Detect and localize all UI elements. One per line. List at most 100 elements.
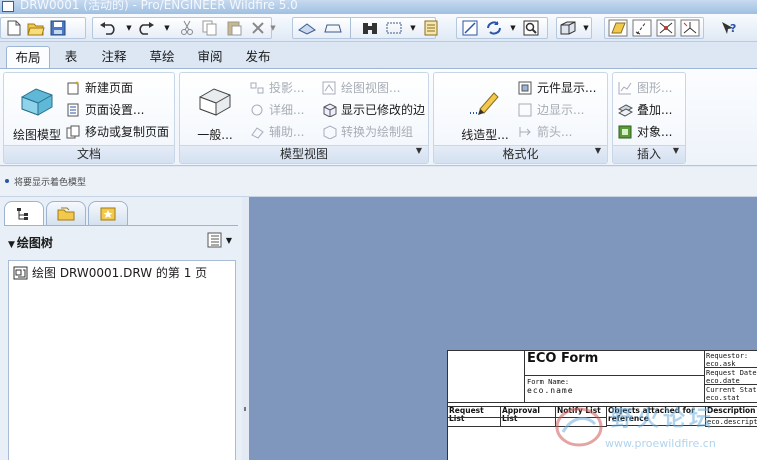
general-view-button[interactable]: 一般... bbox=[184, 85, 246, 143]
splitter-grip[interactable] bbox=[244, 407, 246, 411]
tree-item-drawing-sheet[interactable]: 绘图 DRW0001.DRW 的第 1 页 bbox=[13, 264, 207, 281]
group-expand-icon[interactable]: ▼ bbox=[416, 142, 422, 159]
group-insert-title: 插入 ▼ bbox=[613, 145, 685, 163]
status-message: 将要显示着色模型 bbox=[14, 178, 87, 188]
undo-icon[interactable] bbox=[98, 18, 118, 38]
auxiliary-view-button[interactable]: 辅助... bbox=[250, 123, 304, 141]
folder-browser-tab[interactable] bbox=[46, 201, 86, 225]
arrow-icon bbox=[518, 125, 533, 139]
group-format: 线造型... 元件显示... 边显示... 箭头... 格式化 ▼ bbox=[433, 72, 608, 164]
favorites-icon bbox=[100, 207, 116, 220]
display-style-icon[interactable] bbox=[558, 18, 578, 38]
tab-publish[interactable]: 发布 bbox=[238, 46, 278, 68]
favorites-tab[interactable] bbox=[88, 201, 128, 225]
tab-sketch[interactable]: 草绘 bbox=[142, 46, 182, 68]
message-bullet-icon bbox=[5, 179, 9, 183]
regenerate-icon[interactable] bbox=[297, 18, 317, 38]
group-insert: 图形... 叠加... 对象... 插入 ▼ bbox=[612, 72, 686, 164]
tab-table[interactable]: 表 bbox=[56, 46, 86, 68]
find-icon[interactable] bbox=[360, 18, 380, 38]
datum-point-icon[interactable] bbox=[656, 18, 676, 38]
panel-splitter[interactable] bbox=[242, 197, 249, 460]
line-style-icon bbox=[466, 87, 504, 120]
move-copy-page-button[interactable]: 移动或复制页面 bbox=[66, 123, 169, 141]
object-button[interactable]: 对象... bbox=[618, 123, 672, 141]
detailed-view-button[interactable]: 详细... bbox=[250, 101, 304, 119]
datum-axis-icon[interactable] bbox=[632, 18, 652, 38]
help-icon[interactable]: ? bbox=[718, 18, 738, 38]
model-tree-icon bbox=[17, 207, 28, 220]
display-dropdown-icon[interactable]: ▼ bbox=[576, 18, 596, 38]
title-bar: DRW0001 (活动的) - Pro/ENGINEER Wildfire 5.… bbox=[0, 0, 757, 14]
graph-button[interactable]: 图形... bbox=[618, 79, 672, 97]
tab-review[interactable]: 审阅 bbox=[190, 46, 230, 68]
edge-display-button[interactable]: 边显示... bbox=[518, 101, 584, 119]
window-title: DRW0001 (活动的) - Pro/ENGINEER Wildfire 5.… bbox=[20, 0, 298, 12]
copy-icon[interactable] bbox=[200, 18, 220, 38]
redo-icon[interactable] bbox=[136, 18, 156, 38]
drawing-model-button[interactable]: 绘图模型 bbox=[6, 85, 68, 143]
redo-dropdown-icon[interactable]: ▼ bbox=[157, 18, 177, 38]
detailed-view-icon bbox=[250, 103, 265, 117]
collapse-icon[interactable]: ▼ bbox=[8, 240, 15, 250]
show-modified-edges-button[interactable]: 显示已修改的边 bbox=[322, 101, 425, 119]
graph-icon bbox=[618, 81, 633, 95]
zoom-icon[interactable] bbox=[521, 18, 541, 38]
folder-icon bbox=[57, 207, 75, 220]
layer-icon[interactable] bbox=[421, 18, 441, 38]
tab-layout[interactable]: 布局 bbox=[6, 46, 50, 68]
select-dropdown-icon[interactable]: ▼ bbox=[403, 18, 423, 38]
navigator-tabs bbox=[4, 201, 240, 225]
component-display-button[interactable]: 元件显示... bbox=[518, 79, 596, 97]
move-page-icon bbox=[66, 125, 81, 139]
watermark-url: www.proewildfire.cn bbox=[605, 437, 716, 450]
new-icon[interactable] bbox=[4, 18, 24, 38]
quick-access-toolbar: ▼ ▼ ▼ ▼ ▼ ▼ ? bbox=[0, 14, 757, 42]
orient-icon[interactable] bbox=[460, 18, 480, 38]
overlay-button[interactable]: 叠加... bbox=[617, 101, 672, 119]
model-tree-tab[interactable] bbox=[4, 201, 44, 225]
tree-settings-button[interactable]: ▼ bbox=[207, 232, 232, 248]
group-document: 绘图模型 新建页面 页面设置... 移动或复制页面 文档 bbox=[3, 72, 175, 164]
arrow-button[interactable]: 箭头... bbox=[518, 123, 572, 141]
edge-display-icon bbox=[518, 103, 533, 117]
convert-group-icon bbox=[322, 125, 337, 140]
blank-cell bbox=[447, 350, 525, 403]
refresh-dropdown-icon[interactable]: ▼ bbox=[503, 18, 523, 38]
tab-annotate[interactable]: 注释 bbox=[94, 46, 134, 68]
group-model-views: 一般... 投影... 详细... 辅助... 绘图视图... 显示已修改的边 … bbox=[179, 72, 429, 164]
datum-csys-icon[interactable] bbox=[680, 18, 700, 38]
group-expand-icon[interactable]: ▼ bbox=[673, 142, 679, 159]
tree-header[interactable]: ▼ 绘图树 bbox=[8, 234, 53, 251]
paste-icon[interactable] bbox=[224, 18, 244, 38]
projection-view-button[interactable]: 投影... bbox=[250, 79, 304, 97]
repaint-icon[interactable] bbox=[323, 18, 343, 38]
tree-settings-dropdown-icon: ▼ bbox=[225, 235, 232, 245]
drawing-view-button[interactable]: 绘图视图... bbox=[322, 79, 400, 97]
delete-dropdown-icon[interactable]: ▼ bbox=[263, 18, 283, 38]
new-page-button[interactable]: 新建页面 bbox=[66, 79, 133, 97]
line-style-button[interactable]: 线造型... bbox=[454, 85, 516, 143]
save-icon[interactable] bbox=[48, 18, 68, 38]
projection-icon bbox=[250, 81, 265, 95]
message-area: 将要显示着色模型 bbox=[0, 167, 757, 197]
approval-list-cell bbox=[500, 417, 556, 427]
form-name-cell: Form Name: eco.name bbox=[524, 375, 705, 403]
select-box-icon[interactable] bbox=[384, 18, 404, 38]
open-icon[interactable] bbox=[26, 18, 46, 38]
cut-icon[interactable] bbox=[177, 18, 197, 38]
page-setup-button[interactable]: 页面设置... bbox=[66, 101, 144, 119]
convert-draw-group-button[interactable]: 转换为绘制组 bbox=[322, 123, 413, 141]
ribbon-panel: 绘图模型 新建页面 页面设置... 移动或复制页面 文档 一般... 投影... bbox=[0, 68, 757, 166]
refresh-icon[interactable] bbox=[484, 18, 504, 38]
watermark-site-name: 野火论坛 bbox=[611, 407, 716, 432]
graphics-window[interactable]: ECO Form Form Name: eco.name Requestor: … bbox=[249, 197, 757, 460]
drawing-model-icon bbox=[18, 87, 56, 120]
group-expand-icon[interactable]: ▼ bbox=[595, 142, 601, 159]
modified-edges-icon bbox=[322, 103, 337, 118]
drawing-sheet-icon bbox=[13, 266, 28, 279]
ribbon-tab-bar: 布局 表 注释 草绘 审阅 发布 bbox=[0, 42, 757, 68]
datum-plane-icon[interactable] bbox=[608, 18, 628, 38]
tree-list: 绘图 DRW0001.DRW 的第 1 页 bbox=[8, 260, 236, 460]
app-icon bbox=[2, 1, 14, 12]
